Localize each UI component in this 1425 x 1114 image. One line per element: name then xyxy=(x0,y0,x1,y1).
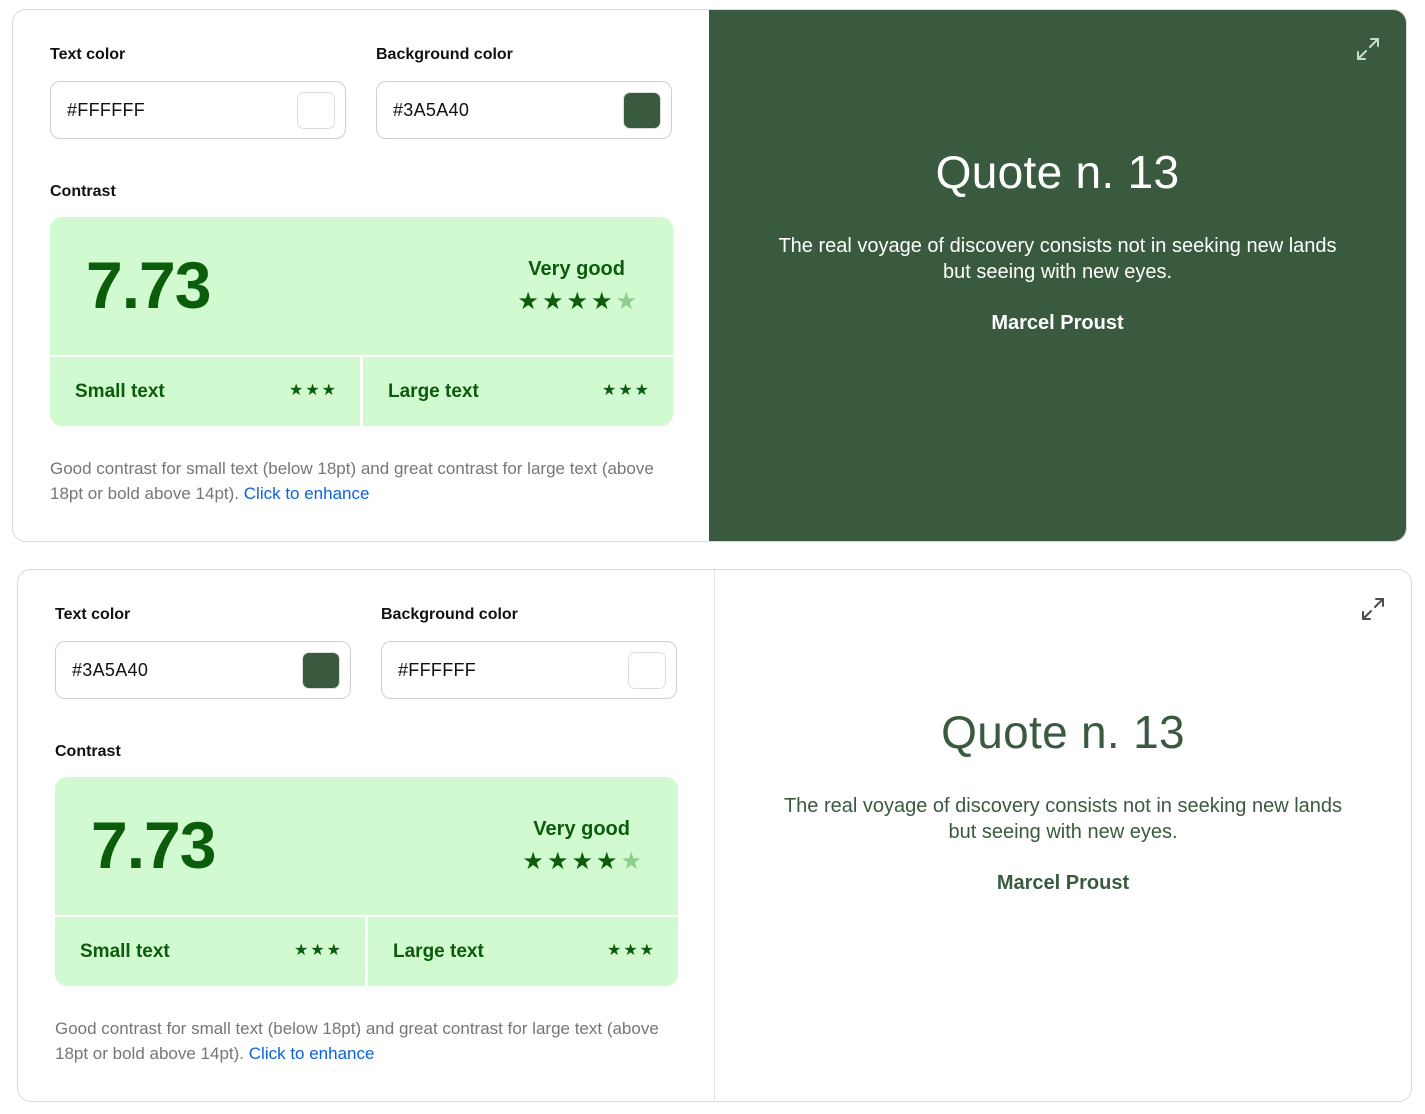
large-text-cell: Large text ★ ★ ★ xyxy=(360,357,673,426)
star-filled-icon: ★ xyxy=(606,942,622,959)
star-filled-icon: ★ xyxy=(623,942,638,959)
quote-title: Quote n. 13 xyxy=(941,705,1185,758)
contrast-rating: Very good xyxy=(533,818,630,840)
background-color-swatch[interactable] xyxy=(623,92,661,129)
text-color-swatch[interactable] xyxy=(297,92,335,129)
text-color-input[interactable]: #FFFFFF xyxy=(50,81,346,139)
small-text-stars: ★ ★ ★ xyxy=(294,943,341,959)
background-color-input[interactable]: #3A5A40 xyxy=(376,81,672,139)
expand-icon[interactable] xyxy=(1359,595,1387,623)
large-text-label: Large text xyxy=(393,940,484,962)
quote-author: Marcel Proust xyxy=(991,311,1124,334)
text-color-value[interactable]: #FFFFFF xyxy=(67,100,145,121)
contrast-label: Contrast xyxy=(55,743,121,760)
star-filled-icon: ★ xyxy=(321,382,336,399)
star-filled-icon: ★ xyxy=(522,848,544,875)
enhance-link[interactable]: Click to enhance xyxy=(249,1044,375,1063)
background-color-swatch[interactable] xyxy=(628,652,666,689)
background-color-input[interactable]: #FFFFFF xyxy=(381,641,677,699)
controls-panel: Text color Background color #FFFFFF #3A5… xyxy=(13,10,709,541)
quote-preview: Quote n. 13 The real voyage of discovery… xyxy=(709,10,1406,541)
large-text-label: Large text xyxy=(388,380,479,402)
small-text-cell: Small text ★ ★ ★ xyxy=(50,357,360,426)
rating-stars: ★ ★ ★ ★ ★ xyxy=(522,850,642,874)
quote-author: Marcel Proust xyxy=(996,871,1130,894)
star-filled-icon: ★ xyxy=(595,848,618,875)
star-filled-icon: ★ xyxy=(288,382,304,399)
expand-icon[interactable] xyxy=(1354,35,1382,63)
rating-stars: ★ ★ ★ ★ ★ xyxy=(517,290,637,314)
quote-text: The real voyage of discovery consists no… xyxy=(783,794,1343,843)
text-color-label: Text color xyxy=(55,606,131,623)
small-text-label: Small text xyxy=(75,380,165,402)
contrast-card: Text color Background color #3A5A40 #FFF… xyxy=(17,569,1412,1102)
star-empty-icon: ★ xyxy=(620,848,642,875)
contrast-rating: Very good xyxy=(528,258,625,280)
text-color-label: Text color xyxy=(50,46,126,63)
enhance-link[interactable]: Click to enhance xyxy=(244,484,370,503)
star-filled-icon: ★ xyxy=(634,382,649,399)
contrast-score-box: 7.73 Very good ★ ★ ★ ★ ★ Small text ★ ★ ★ Larg… xyxy=(50,217,673,426)
star-filled-icon: ★ xyxy=(293,942,309,959)
quote-text: The real voyage of discovery consists no… xyxy=(778,234,1337,283)
star-filled-icon: ★ xyxy=(566,288,588,315)
quote-preview: Quote n. 13 The real voyage of discovery… xyxy=(714,570,1411,1101)
star-filled-icon: ★ xyxy=(310,942,325,959)
background-color-value[interactable]: #FFFFFF xyxy=(398,660,476,681)
text-color-value[interactable]: #3A5A40 xyxy=(72,660,148,681)
contrast-description: Good contrast for small text (below 18pt… xyxy=(55,1016,695,1066)
contrast-label: Contrast xyxy=(50,183,116,200)
text-color-swatch[interactable] xyxy=(302,652,340,689)
background-color-value[interactable]: #3A5A40 xyxy=(393,100,469,121)
text-size-row: Small text ★ ★ ★ Large text ★ ★ ★ xyxy=(55,915,678,986)
contrast-ratio: 7.73 xyxy=(86,248,211,322)
small-text-cell: Small text ★ ★ ★ xyxy=(55,917,365,986)
contrast-card: Text color Background color #FFFFFF #3A5… xyxy=(12,9,1407,542)
controls-panel: Text color Background color #3A5A40 #FFF… xyxy=(18,570,714,1101)
star-filled-icon: ★ xyxy=(590,288,613,315)
background-color-label: Background color xyxy=(381,606,518,623)
large-text-stars: ★ ★ ★ xyxy=(602,383,649,399)
contrast-score-box: 7.73 Very good ★ ★ ★ ★ ★ Small text ★ ★ ★ Larg… xyxy=(55,777,678,986)
small-text-stars: ★ ★ ★ xyxy=(289,383,336,399)
star-filled-icon: ★ xyxy=(326,942,341,959)
contrast-description: Good contrast for small text (below 18pt… xyxy=(50,456,690,506)
star-filled-icon: ★ xyxy=(517,288,539,315)
star-filled-icon: ★ xyxy=(571,848,593,875)
star-filled-icon: ★ xyxy=(639,942,654,959)
star-filled-icon: ★ xyxy=(546,848,569,875)
star-filled-icon: ★ xyxy=(601,382,617,399)
quote-title: Quote n. 13 xyxy=(935,145,1180,198)
text-size-row: Small text ★ ★ ★ Large text ★ ★ ★ xyxy=(50,355,673,426)
background-color-label: Background color xyxy=(376,46,513,63)
star-filled-icon: ★ xyxy=(305,382,320,399)
large-text-cell: Large text ★ ★ ★ xyxy=(365,917,678,986)
star-empty-icon: ★ xyxy=(615,288,637,315)
large-text-stars: ★ ★ ★ xyxy=(607,943,654,959)
small-text-label: Small text xyxy=(80,940,170,962)
star-filled-icon: ★ xyxy=(541,288,564,315)
star-filled-icon: ★ xyxy=(618,382,633,399)
contrast-ratio: 7.73 xyxy=(91,808,216,882)
text-color-input[interactable]: #3A5A40 xyxy=(55,641,351,699)
